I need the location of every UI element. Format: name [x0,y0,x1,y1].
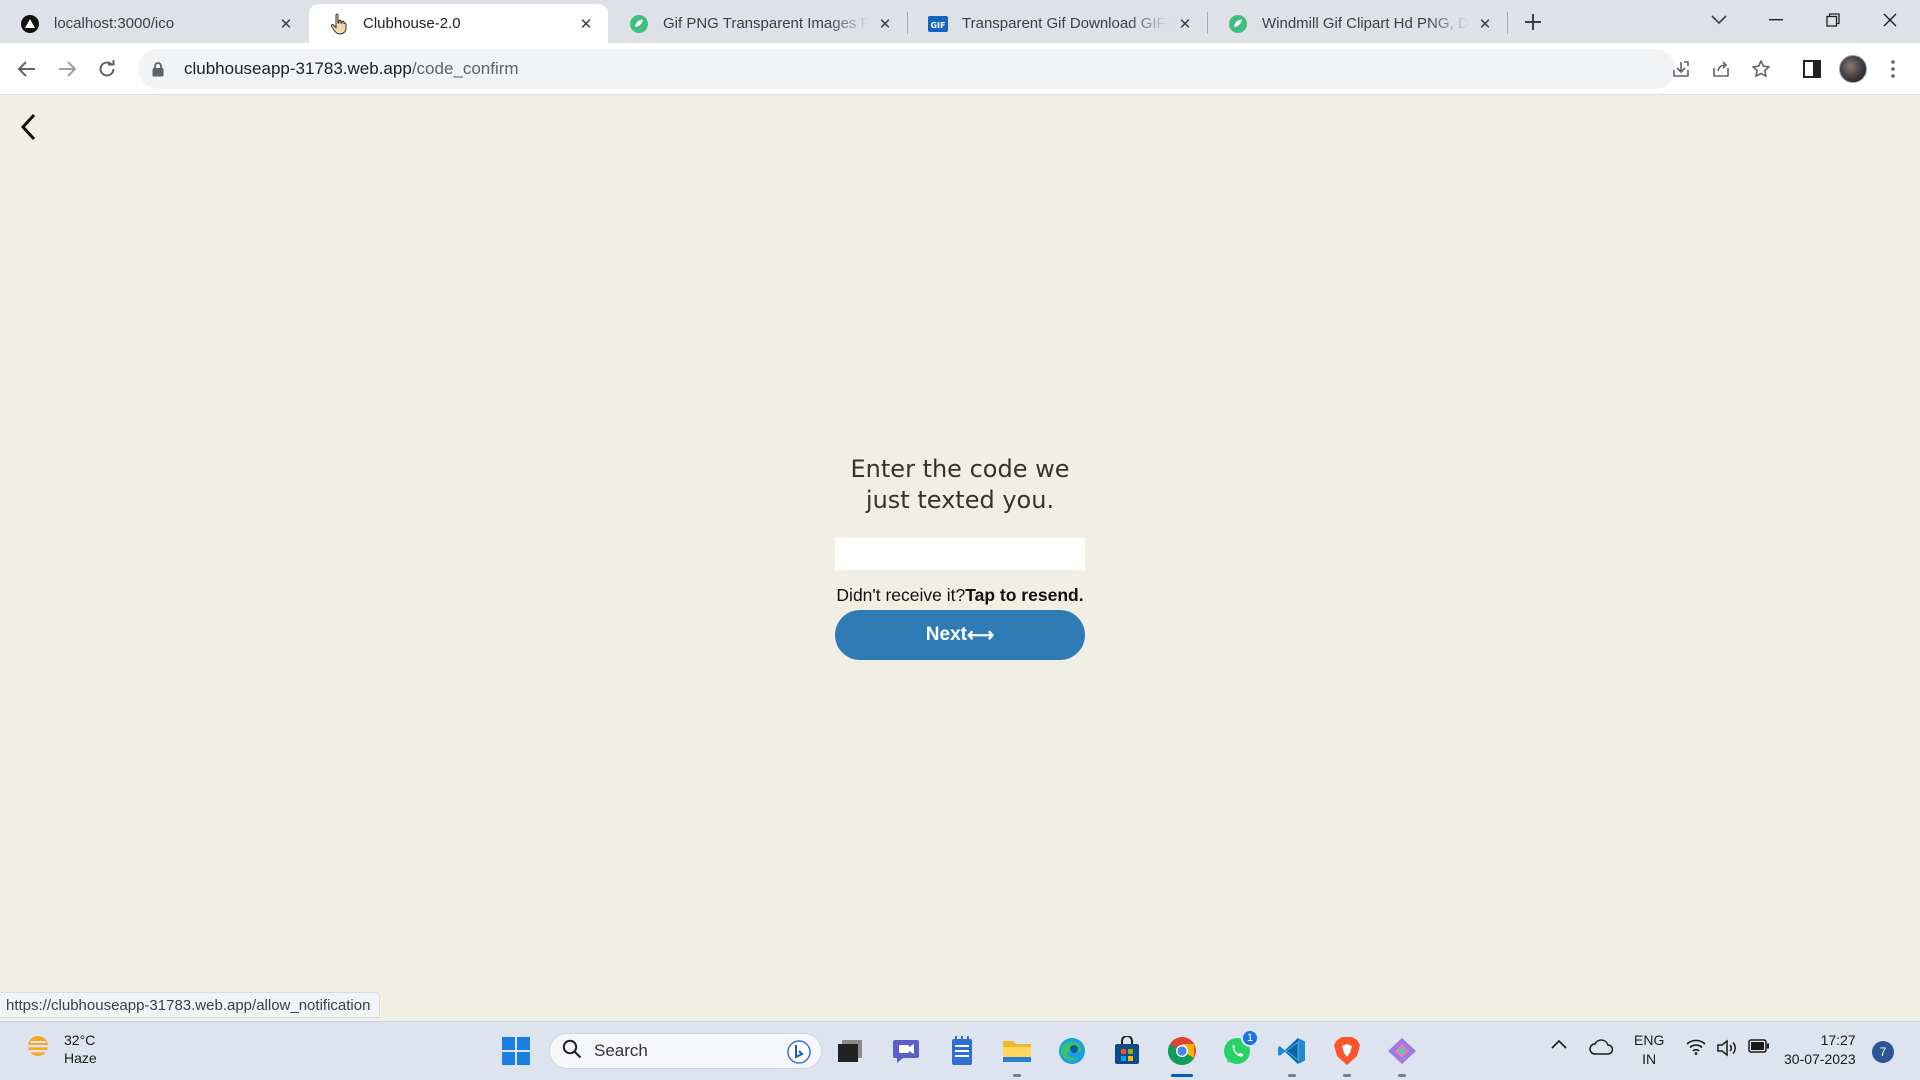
sun-haze-icon [24,1033,52,1066]
tab-title: Windmill Gif Clipart Hd PNG, Dyn [1262,15,1469,32]
taskbar-search[interactable]: Search [549,1033,822,1069]
task-view-icon[interactable] [832,1033,868,1069]
install-app-icon[interactable] [1665,53,1697,85]
lang-region: IN [1642,1051,1657,1067]
tab-windmill[interactable]: Windmill Gif Clipart Hd PNG, Dyn ✕ [1208,4,1507,43]
share-icon[interactable] [1705,53,1737,85]
clock-time: 17:27 [1820,1032,1856,1048]
tab-transparent-gif[interactable]: GIF Transparent Gif Download GIFs | ✕ [908,4,1207,43]
address-url: clubhouseapp-31783.web.app/code_confirm [184,59,519,79]
windows-taskbar: 32°C Haze Search 1 ENG IN 17:27 30-07-20… [0,1021,1920,1080]
green-leaf-icon [1228,14,1248,34]
green-leaf-icon [629,14,649,34]
tab-separator [1507,12,1508,34]
svg-text:GIF: GIF [930,21,945,30]
page-heading: Enter the code we just texted you. [850,455,1070,514]
windows-start-icon[interactable] [498,1033,534,1069]
close-tab-icon[interactable]: ✕ [875,14,895,34]
notification-center-badge[interactable]: 7 [1872,1041,1894,1063]
restore-icon[interactable] [1805,0,1861,40]
search-label: Search [594,1041,648,1060]
tab-title: localhost:3000/ico [54,15,175,32]
tab-strip: localhost:3000/ico ✕ Clubhouse-2.0 ✕ Gif… [0,0,1920,43]
resend-prompt: Didn't receive it? [836,585,966,605]
lock-icon[interactable] [152,61,168,77]
close-tab-icon[interactable]: ✕ [1475,14,1495,34]
show-hidden-icons-chevron-up-icon[interactable] [1551,1039,1567,1049]
teams-chat-icon[interactable] [888,1033,924,1069]
resend-line: Didn't receive it?Tap to resend. [836,585,1083,606]
close-tab-icon[interactable]: ✕ [1175,14,1195,34]
new-tab-button[interactable] [1519,8,1547,36]
onedrive-cloud-icon[interactable] [1589,1039,1613,1055]
bookmark-star-icon[interactable] [1745,53,1777,85]
react-app-icon [20,14,40,34]
close-tab-icon[interactable]: ✕ [576,14,596,34]
url-path: /code_confirm [411,59,519,78]
more-menu-icon[interactable] [1877,53,1909,85]
system-clock[interactable]: 17:27 30-07-2023 [1784,1031,1856,1069]
resend-link[interactable]: Tap to resend. [965,585,1083,605]
side-panel-icon[interactable] [1796,53,1828,85]
close-window-icon[interactable] [1862,0,1918,40]
tab-gif-png[interactable]: Gif PNG Transparent Images Free ✕ [609,4,907,43]
verification-code-input[interactable] [835,538,1085,570]
input-language[interactable]: ENG IN [1634,1031,1664,1069]
tab-title: Gif PNG Transparent Images Free [663,15,869,32]
arrow-right-icon: ⟷ [966,624,995,646]
notepad-icon[interactable] [944,1033,980,1069]
whatsapp-icon[interactable]: 1 [1219,1029,1259,1069]
clock-date: 30-07-2023 [1784,1051,1856,1067]
profile-avatar[interactable] [1839,55,1867,83]
wifi-icon[interactable] [1686,1039,1706,1055]
next-button[interactable]: Next ⟷ [835,610,1085,660]
pointer-hand-icon [329,13,349,35]
brave-browser-icon[interactable] [1329,1033,1365,1077]
weather-widget[interactable]: 32°C Haze [24,1031,97,1067]
volume-icon[interactable] [1716,1039,1738,1057]
tab-search-chevron-down-icon[interactable] [1691,0,1747,40]
bing-icon[interactable] [787,1040,811,1069]
address-bar[interactable]: clubhouseapp-31783.web.app/code_confirm [138,49,1770,89]
reload-icon[interactable] [91,53,123,85]
battery-icon[interactable] [1748,1039,1770,1053]
forward-icon[interactable] [51,53,83,85]
notification-badge: 1 [1241,1029,1259,1047]
status-bubble-url: https://clubhouseapp-31783.web.app/allow… [0,992,381,1018]
minimize-icon[interactable] [1748,0,1804,40]
gif-icon: GIF [928,14,948,34]
file-explorer-icon[interactable] [999,1033,1035,1077]
edge-browser-icon[interactable] [1054,1033,1090,1069]
url-host: clubhouseapp-31783.web.app [184,59,412,78]
lang-code: ENG [1634,1032,1665,1048]
search-icon [562,1039,582,1064]
git-client-icon[interactable] [1384,1033,1420,1077]
weather-desc: Haze [64,1050,97,1066]
back-icon[interactable] [11,53,43,85]
page-back-chevron-icon[interactable] [14,112,42,142]
tab-clubhouse[interactable]: Clubhouse-2.0 ✕ [309,4,608,43]
next-label: Next [925,624,967,645]
vscode-icon[interactable] [1274,1033,1310,1077]
browser-toolbar: clubhouseapp-31783.web.app/code_confirm [0,43,1920,95]
tab-title: Clubhouse-2.0 [363,15,461,32]
tab-title: Transparent Gif Download GIFs | [962,15,1169,32]
microsoft-store-icon[interactable] [1109,1033,1145,1069]
close-tab-icon[interactable]: ✕ [276,14,296,34]
tab-localhost[interactable]: localhost:3000/ico ✕ [0,4,308,43]
code-confirm-form: Enter the code we just texted you. Didn'… [835,454,1085,660]
weather-temp: 32°C [64,1032,96,1048]
chrome-browser-icon[interactable] [1164,1033,1200,1077]
